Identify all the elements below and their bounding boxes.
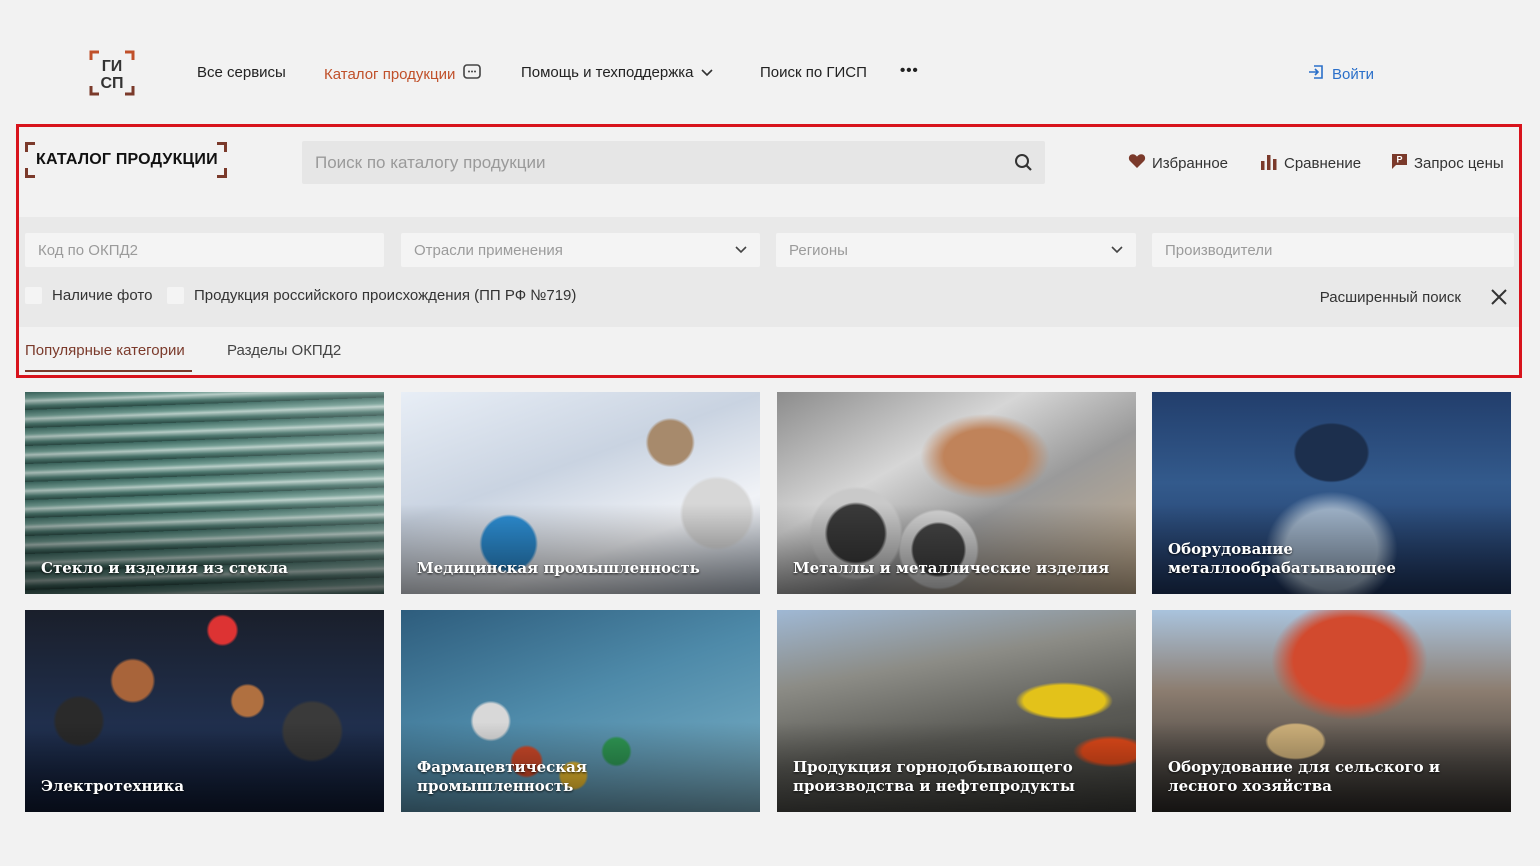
category-label: Фармацевтическая промышленность <box>417 758 587 795</box>
chat-icon <box>463 64 482 85</box>
category-label: Оборудование металлообрабатывающее <box>1168 540 1396 577</box>
category-label: Электротехника <box>41 777 185 795</box>
login-button[interactable]: Войти <box>1308 64 1374 84</box>
category-card-machining[interactable]: Оборудование металлообрабатывающее <box>1152 392 1511 594</box>
card-shade <box>25 504 384 594</box>
svg-text:ГИ: ГИ <box>102 58 123 75</box>
gisp-logo[interactable]: ГИ СП <box>89 50 135 96</box>
login-label: Войти <box>1332 65 1374 83</box>
nav-gisp-search[interactable]: Поиск по ГИСП <box>760 64 867 81</box>
category-label: Медицинская промышленность <box>417 559 700 577</box>
chevron-down-icon <box>701 64 714 81</box>
svg-text:СП: СП <box>100 75 123 92</box>
nav-product-catalog[interactable]: Каталог продукции <box>324 64 482 85</box>
nav-all-services-label: Все сервисы <box>197 64 286 81</box>
highlight-frame <box>16 124 1522 378</box>
nav-help-support-label: Помощь и техподдержка <box>521 64 694 81</box>
nav-gisp-search-label: Поиск по ГИСП <box>760 64 867 81</box>
more-menu-button[interactable]: ••• <box>900 62 919 79</box>
category-card-agri-forest[interactable]: Оборудование для сельского и лесного хоз… <box>1152 610 1511 812</box>
top-navigation: ГИ СП Все сервисы Каталог продукции Помо… <box>0 0 1540 120</box>
category-card-electronics[interactable]: Электротехника <box>25 610 384 812</box>
category-card-metals[interactable]: Металлы и металлические изделия <box>777 392 1136 594</box>
nav-help-support[interactable]: Помощь и техподдержка <box>521 64 714 81</box>
nav-all-services[interactable]: Все сервисы <box>197 64 286 81</box>
category-label: Оборудование для сельского и лесного хоз… <box>1168 758 1441 795</box>
category-card-mining[interactable]: Продукция горнодобывающего производства … <box>777 610 1136 812</box>
card-shade <box>401 504 760 594</box>
nav-product-catalog-label: Каталог продукции <box>324 66 456 83</box>
category-card-glass[interactable]: Стекло и изделия из стекла <box>25 392 384 594</box>
card-shade <box>777 504 1136 594</box>
card-shade <box>25 722 384 812</box>
category-label: Стекло и изделия из стекла <box>41 559 289 577</box>
category-card-pharma[interactable]: Фармацевтическая промышленность <box>401 610 760 812</box>
category-label: Продукция горнодобывающего производства … <box>793 758 1075 795</box>
login-icon <box>1308 64 1324 84</box>
category-label: Металлы и металлические изделия <box>793 559 1110 577</box>
category-card-medical[interactable]: Медицинская промышленность <box>401 392 760 594</box>
more-dots-icon: ••• <box>900 62 919 79</box>
